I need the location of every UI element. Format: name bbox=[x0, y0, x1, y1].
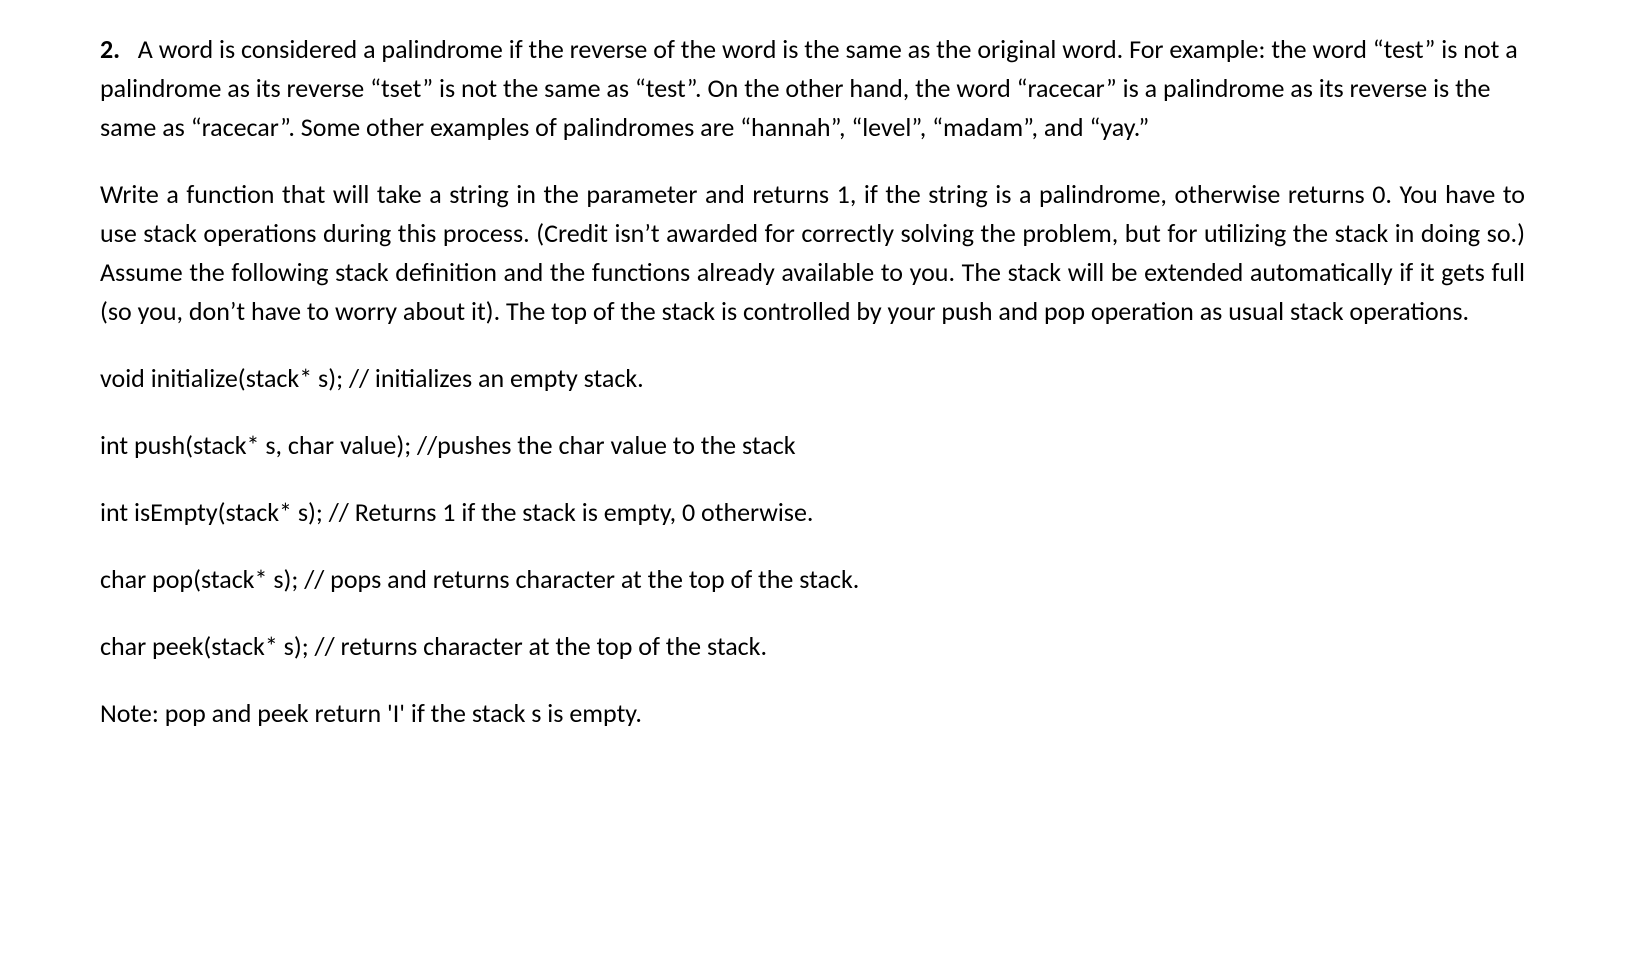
question-instructions-paragraph: Write a function that will take a string… bbox=[100, 175, 1525, 331]
question-para1-text: A word is considered a palindrome if the… bbox=[100, 33, 1518, 143]
code-line-pop: char pop(stack* s); // pops and returns … bbox=[100, 560, 1525, 599]
question-number: 2. bbox=[100, 33, 120, 65]
code-line-peek: char peek(stack* s); // returns characte… bbox=[100, 627, 1525, 666]
code-line-push: int push(stack* s, char value); //pushes… bbox=[100, 426, 1525, 465]
question-note: Note: pop and peek return 'I' if the sta… bbox=[100, 694, 1525, 733]
code-line-isempty: int isEmpty(stack* s); // Returns 1 if t… bbox=[100, 493, 1525, 532]
question-intro-paragraph: 2. A word is considered a palindrome if … bbox=[100, 30, 1525, 147]
code-line-initialize: void initialize(stack* s); // initialize… bbox=[100, 359, 1525, 398]
